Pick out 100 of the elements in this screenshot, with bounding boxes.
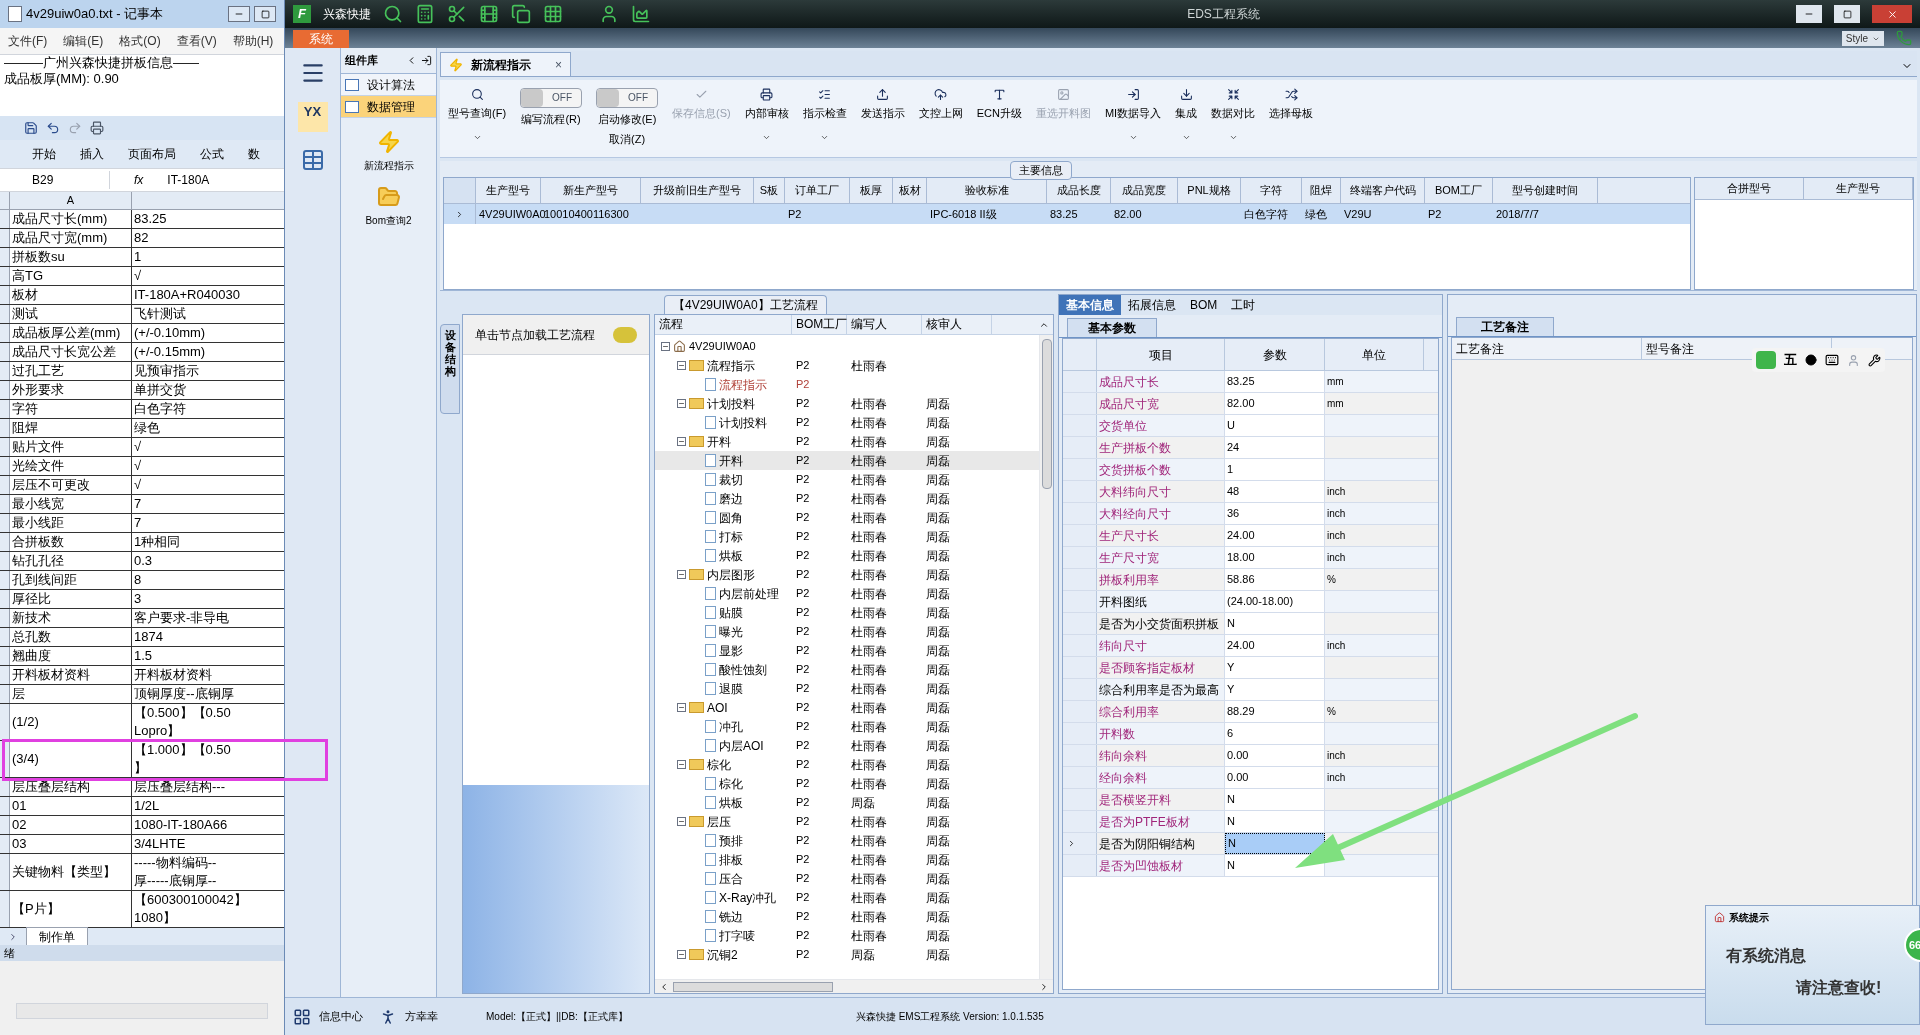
tool-button[interactable]: Bom查询2 xyxy=(365,185,412,228)
column-header[interactable]: BOM工厂 xyxy=(792,315,847,334)
printer-icon[interactable] xyxy=(90,121,104,135)
table-icon[interactable] xyxy=(300,148,325,172)
tree-row[interactable]: 沉铜2 P2 周磊 周磊 xyxy=(655,945,1039,964)
tab[interactable]: 工时 xyxy=(1224,295,1263,315)
nav-item[interactable]: 设计算法 xyxy=(341,74,436,96)
tree-row[interactable]: 层压 P2 杜雨春 周磊 xyxy=(655,812,1039,831)
film-icon[interactable] xyxy=(479,4,499,24)
column-header[interactable]: 板材 xyxy=(893,178,927,203)
grid-icon[interactable] xyxy=(543,4,563,24)
table-cell[interactable]: 36 xyxy=(1225,503,1325,524)
table-cell[interactable]: N xyxy=(1225,789,1325,810)
save-icon[interactable] xyxy=(24,121,38,135)
tree-row[interactable]: 开料 P2 杜雨春 周磊 xyxy=(655,432,1039,451)
tree-row[interactable]: 退膜 P2 杜雨春 周磊 xyxy=(655,679,1039,698)
toolbar-button[interactable]: 文控上网 xyxy=(918,88,963,142)
table-cell[interactable]: U xyxy=(1225,415,1325,436)
tree-row[interactable]: 预排 P2 杜雨春 周磊 xyxy=(655,831,1039,850)
tree-row[interactable]: X-Ray冲孔 P2 杜雨春 周磊 xyxy=(655,888,1039,907)
ribbon-tab[interactable]: 插入 xyxy=(80,145,104,163)
toolbar-button[interactable]: MI数据导入 xyxy=(1104,88,1162,142)
sheet-nav-icon[interactable] xyxy=(8,931,18,942)
column-header[interactable]: 新生产型号 xyxy=(541,178,641,203)
column-header[interactable]: 参数 xyxy=(1225,339,1325,370)
tab[interactable]: 基本信息 xyxy=(1059,295,1121,315)
column-header[interactable]: 生产型号 xyxy=(1804,178,1913,199)
tree-row[interactable]: 内层前处理 P2 杜雨春 周磊 xyxy=(655,584,1039,603)
column-header[interactable]: PNL规格 xyxy=(1178,178,1241,203)
tree-row[interactable]: 裁切 P2 杜雨春 周磊 xyxy=(655,470,1039,489)
maximize-button[interactable] xyxy=(1834,5,1860,23)
column-header[interactable]: 生产型号 xyxy=(476,178,541,203)
table-cell[interactable]: 24 xyxy=(1225,437,1325,458)
tree-row[interactable]: 打标 P2 杜雨春 周磊 xyxy=(655,527,1039,546)
table-cell[interactable]: (24.00-18.00) xyxy=(1225,591,1325,612)
tree-row[interactable]: 烘板 P2 杜雨春 周磊 xyxy=(655,546,1039,565)
scroll-right-icon[interactable] xyxy=(1039,981,1049,992)
tree-row[interactable]: 4V29UIW0A0 xyxy=(655,337,1039,356)
table-cell[interactable]: Y xyxy=(1225,657,1325,678)
sheet-tab[interactable]: 制作单 xyxy=(26,926,88,947)
scissors-icon[interactable] xyxy=(447,4,467,24)
wrench-icon[interactable] xyxy=(1868,353,1881,367)
minimize-button[interactable] xyxy=(228,6,250,22)
status-item[interactable]: 信息中心 xyxy=(319,1008,363,1025)
table-cell[interactable]: 82.00 xyxy=(1225,393,1325,414)
collapse-icon[interactable] xyxy=(677,760,686,769)
pin-icon[interactable] xyxy=(421,55,432,66)
tree-row[interactable]: 计划投料 P2 杜雨春 周磊 xyxy=(655,394,1039,413)
tab[interactable]: 工艺备注 xyxy=(1456,317,1554,336)
column-header[interactable]: 型号创建时间 xyxy=(1493,178,1598,203)
column-header[interactable]: 工艺备注 xyxy=(1452,338,1642,359)
ribbon-tab[interactable]: 数 xyxy=(248,145,260,163)
collapse-icon[interactable] xyxy=(677,361,686,370)
table-cell[interactable]: 48 xyxy=(1225,481,1325,502)
tree-row[interactable]: 显影 P2 杜雨春 周磊 xyxy=(655,641,1039,660)
tree-row[interactable]: 内层AOI P2 杜雨春 周磊 xyxy=(655,736,1039,755)
table-cell[interactable]: 18.00 xyxy=(1225,547,1325,568)
horizontal-scrollbar[interactable] xyxy=(16,1003,268,1019)
column-header[interactable]: 升级前旧生产型号 xyxy=(641,178,754,203)
scroll-left-icon[interactable] xyxy=(659,981,669,992)
column-header[interactable]: 项目 xyxy=(1097,339,1225,370)
table-cell[interactable]: Y xyxy=(1225,679,1325,700)
tree-row[interactable]: 贴膜 P2 杜雨春 周磊 xyxy=(655,603,1039,622)
vertical-tab[interactable]: 设备结构 xyxy=(440,324,460,414)
formula-field[interactable]: IT-180A xyxy=(167,171,210,189)
tab[interactable]: 基本参数 xyxy=(1067,318,1157,337)
menu-item[interactable]: 查看(V) xyxy=(176,32,217,50)
toolbar-button[interactable]: 发送指示 xyxy=(860,88,905,142)
keyboard-icon[interactable] xyxy=(1825,353,1839,367)
column-header[interactable]: 编写人 xyxy=(847,315,922,334)
table-cell[interactable]: 88.29 xyxy=(1225,701,1325,722)
ribbon-tab[interactable]: 开始 xyxy=(32,145,56,163)
table-cell[interactable]: 24.00 xyxy=(1225,635,1325,656)
undo-icon[interactable] xyxy=(46,121,60,135)
tree-row[interactable]: 压合 P2 杜雨春 周磊 xyxy=(655,869,1039,888)
column-header[interactable]: 单位 xyxy=(1325,339,1424,370)
document-tab[interactable]: 新流程指示 × xyxy=(440,52,571,76)
column-header[interactable]: 合拼型号 xyxy=(1695,178,1804,199)
toolbar-button[interactable]: ECN升级 xyxy=(976,88,1022,142)
tab[interactable]: BOM xyxy=(1183,295,1225,315)
redo-icon[interactable] xyxy=(68,121,82,135)
calculator-icon[interactable] xyxy=(415,4,435,24)
column-header[interactable]: 阻焊 xyxy=(1302,178,1341,203)
table-cell[interactable]: 6 xyxy=(1225,723,1325,744)
minimize-button[interactable] xyxy=(1796,5,1822,23)
column-header[interactable]: 成品长度 xyxy=(1047,178,1111,203)
scroll-thumb[interactable] xyxy=(1041,339,1052,489)
table-cell[interactable]: N xyxy=(1225,613,1325,634)
toggle-switch[interactable]: OFF xyxy=(596,88,659,108)
tree-row[interactable]: AOI P2 杜雨春 周磊 xyxy=(655,698,1039,717)
rail-logo[interactable]: YX xyxy=(297,102,328,132)
table-cell[interactable]: 83.25 xyxy=(1225,371,1325,392)
table-cell[interactable]: 0.00 xyxy=(1225,767,1325,788)
toolbar-button[interactable]: 指示检查 xyxy=(802,88,847,142)
search-icon[interactable] xyxy=(383,4,403,24)
horizontal-scrollbar[interactable] xyxy=(655,979,1053,993)
tree-row[interactable]: 流程指示 P2 杜雨春 xyxy=(655,356,1039,375)
collapse-icon[interactable] xyxy=(677,437,686,446)
table-cell[interactable]: 24.00 xyxy=(1225,525,1325,546)
tree-row[interactable]: 烘板 P2 周磊 周磊 xyxy=(655,793,1039,812)
